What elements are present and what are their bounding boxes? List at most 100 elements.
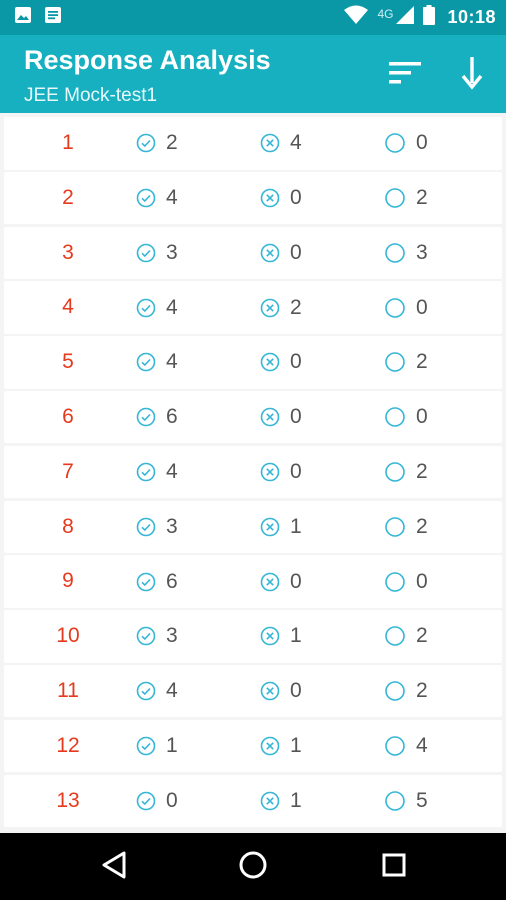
cross-circle-icon bbox=[260, 407, 280, 427]
list-item[interactable]: 2 4 0 2 bbox=[4, 171, 502, 225]
list-item[interactable]: 5 4 0 2 bbox=[4, 336, 502, 389]
correct-count: 4 bbox=[136, 446, 178, 499]
question-number: 5 bbox=[62, 350, 74, 374]
empty-circle-icon bbox=[384, 242, 406, 264]
list-item[interactable]: 8 3 1 2 bbox=[4, 500, 502, 554]
correct-count: 4 bbox=[136, 336, 178, 389]
question-number: 9 bbox=[62, 569, 74, 593]
list-item[interactable]: 3 3 0 3 bbox=[4, 226, 502, 280]
empty-circle-icon bbox=[384, 297, 406, 319]
cross-circle-icon bbox=[260, 352, 280, 372]
check-circle-icon bbox=[136, 188, 156, 208]
skipped-value: 0 bbox=[416, 131, 428, 155]
check-circle-icon bbox=[136, 572, 156, 592]
wrong-count: 1 bbox=[260, 720, 302, 773]
cross-circle-icon bbox=[260, 736, 280, 756]
skipped-value: 5 bbox=[416, 788, 428, 812]
list-item[interactable]: 12 1 1 4 bbox=[4, 719, 502, 773]
wrong-value: 0 bbox=[290, 186, 302, 210]
correct-count: 6 bbox=[136, 391, 178, 444]
wrong-count: 1 bbox=[260, 775, 302, 828]
recents-button[interactable] bbox=[376, 849, 412, 885]
check-circle-icon bbox=[136, 407, 156, 427]
skipped-value: 2 bbox=[416, 514, 428, 538]
correct-value: 3 bbox=[166, 514, 178, 538]
empty-circle-icon bbox=[384, 351, 406, 373]
correct-value: 4 bbox=[166, 679, 178, 703]
skipped-count: 2 bbox=[384, 336, 428, 389]
check-circle-icon bbox=[136, 791, 156, 811]
question-number: 12 bbox=[56, 733, 80, 757]
cross-circle-icon bbox=[260, 572, 280, 592]
signal-icon bbox=[395, 5, 415, 30]
response-list[interactable]: 1 2 4 0 2 4 0 2 3 3 0 3 4 4 2 0 5 4 0 2 6 6 0 0 7 4 0 2 8 3 1 2 9 6 0 0 10 3 1… bbox=[0, 113, 506, 833]
list-item[interactable]: 1 2 4 0 bbox=[4, 117, 502, 170]
correct-value: 1 bbox=[166, 734, 178, 758]
sort-icon bbox=[387, 60, 423, 91]
skipped-value: 2 bbox=[416, 350, 428, 374]
check-circle-icon bbox=[136, 736, 156, 756]
battery-icon bbox=[423, 5, 436, 30]
skipped-count: 2 bbox=[384, 665, 428, 718]
wifi-icon bbox=[343, 5, 369, 30]
skipped-count: 0 bbox=[384, 281, 428, 334]
wrong-value: 1 bbox=[290, 788, 302, 812]
correct-value: 4 bbox=[166, 460, 178, 484]
correct-value: 2 bbox=[166, 131, 178, 155]
cross-circle-icon bbox=[260, 681, 280, 701]
list-item[interactable]: 4 4 2 0 bbox=[4, 281, 502, 334]
correct-value: 0 bbox=[166, 788, 178, 812]
home-button[interactable] bbox=[235, 849, 271, 885]
download-arrow-icon bbox=[460, 56, 484, 95]
correct-count: 4 bbox=[136, 281, 178, 334]
correct-value: 4 bbox=[166, 350, 178, 374]
back-button[interactable] bbox=[96, 849, 132, 885]
network-type-label: 4G bbox=[377, 6, 394, 21]
wrong-value: 0 bbox=[290, 679, 302, 703]
back-triangle-icon bbox=[100, 850, 128, 885]
wrong-value: 1 bbox=[290, 514, 302, 538]
list-item[interactable]: 10 3 1 2 bbox=[4, 610, 502, 663]
list-item[interactable]: 7 4 0 2 bbox=[4, 445, 502, 499]
skipped-count: 2 bbox=[384, 610, 428, 663]
home-circle-icon bbox=[237, 849, 269, 886]
check-circle-icon bbox=[136, 517, 156, 537]
correct-value: 6 bbox=[166, 405, 178, 429]
question-number: 4 bbox=[62, 295, 74, 319]
wrong-value: 0 bbox=[290, 350, 302, 374]
wrong-value: 0 bbox=[290, 240, 302, 264]
list-item[interactable]: 13 0 1 5 bbox=[4, 774, 502, 828]
wrong-count: 0 bbox=[260, 391, 302, 444]
correct-count: 3 bbox=[136, 610, 178, 663]
check-circle-icon bbox=[136, 298, 156, 318]
empty-circle-icon bbox=[384, 790, 406, 812]
list-item[interactable]: 11 4 0 2 bbox=[4, 664, 502, 718]
skipped-count: 5 bbox=[384, 775, 428, 828]
cross-circle-icon bbox=[260, 626, 280, 646]
wrong-count: 0 bbox=[260, 172, 302, 225]
correct-value: 4 bbox=[166, 295, 178, 319]
correct-count: 4 bbox=[136, 665, 178, 718]
correct-value: 3 bbox=[166, 240, 178, 264]
skipped-value: 2 bbox=[416, 624, 428, 648]
wrong-value: 2 bbox=[290, 295, 302, 319]
empty-circle-icon bbox=[384, 516, 406, 538]
recents-square-icon bbox=[379, 850, 409, 885]
correct-count: 6 bbox=[136, 555, 178, 608]
sort-button[interactable] bbox=[382, 57, 428, 93]
wrong-count: 0 bbox=[260, 665, 302, 718]
check-circle-icon bbox=[136, 462, 156, 482]
cross-circle-icon bbox=[260, 298, 280, 318]
check-circle-icon bbox=[136, 626, 156, 646]
skipped-value: 2 bbox=[416, 679, 428, 703]
list-item[interactable]: 9 6 0 0 bbox=[4, 555, 502, 608]
correct-count: 0 bbox=[136, 775, 178, 828]
list-item[interactable]: 6 6 0 0 bbox=[4, 390, 502, 444]
cross-circle-icon bbox=[260, 188, 280, 208]
cross-circle-icon bbox=[260, 462, 280, 482]
empty-circle-icon bbox=[384, 735, 406, 757]
empty-circle-icon bbox=[384, 571, 406, 593]
download-button[interactable] bbox=[452, 53, 492, 97]
cross-circle-icon bbox=[260, 517, 280, 537]
message-icon bbox=[44, 6, 62, 29]
